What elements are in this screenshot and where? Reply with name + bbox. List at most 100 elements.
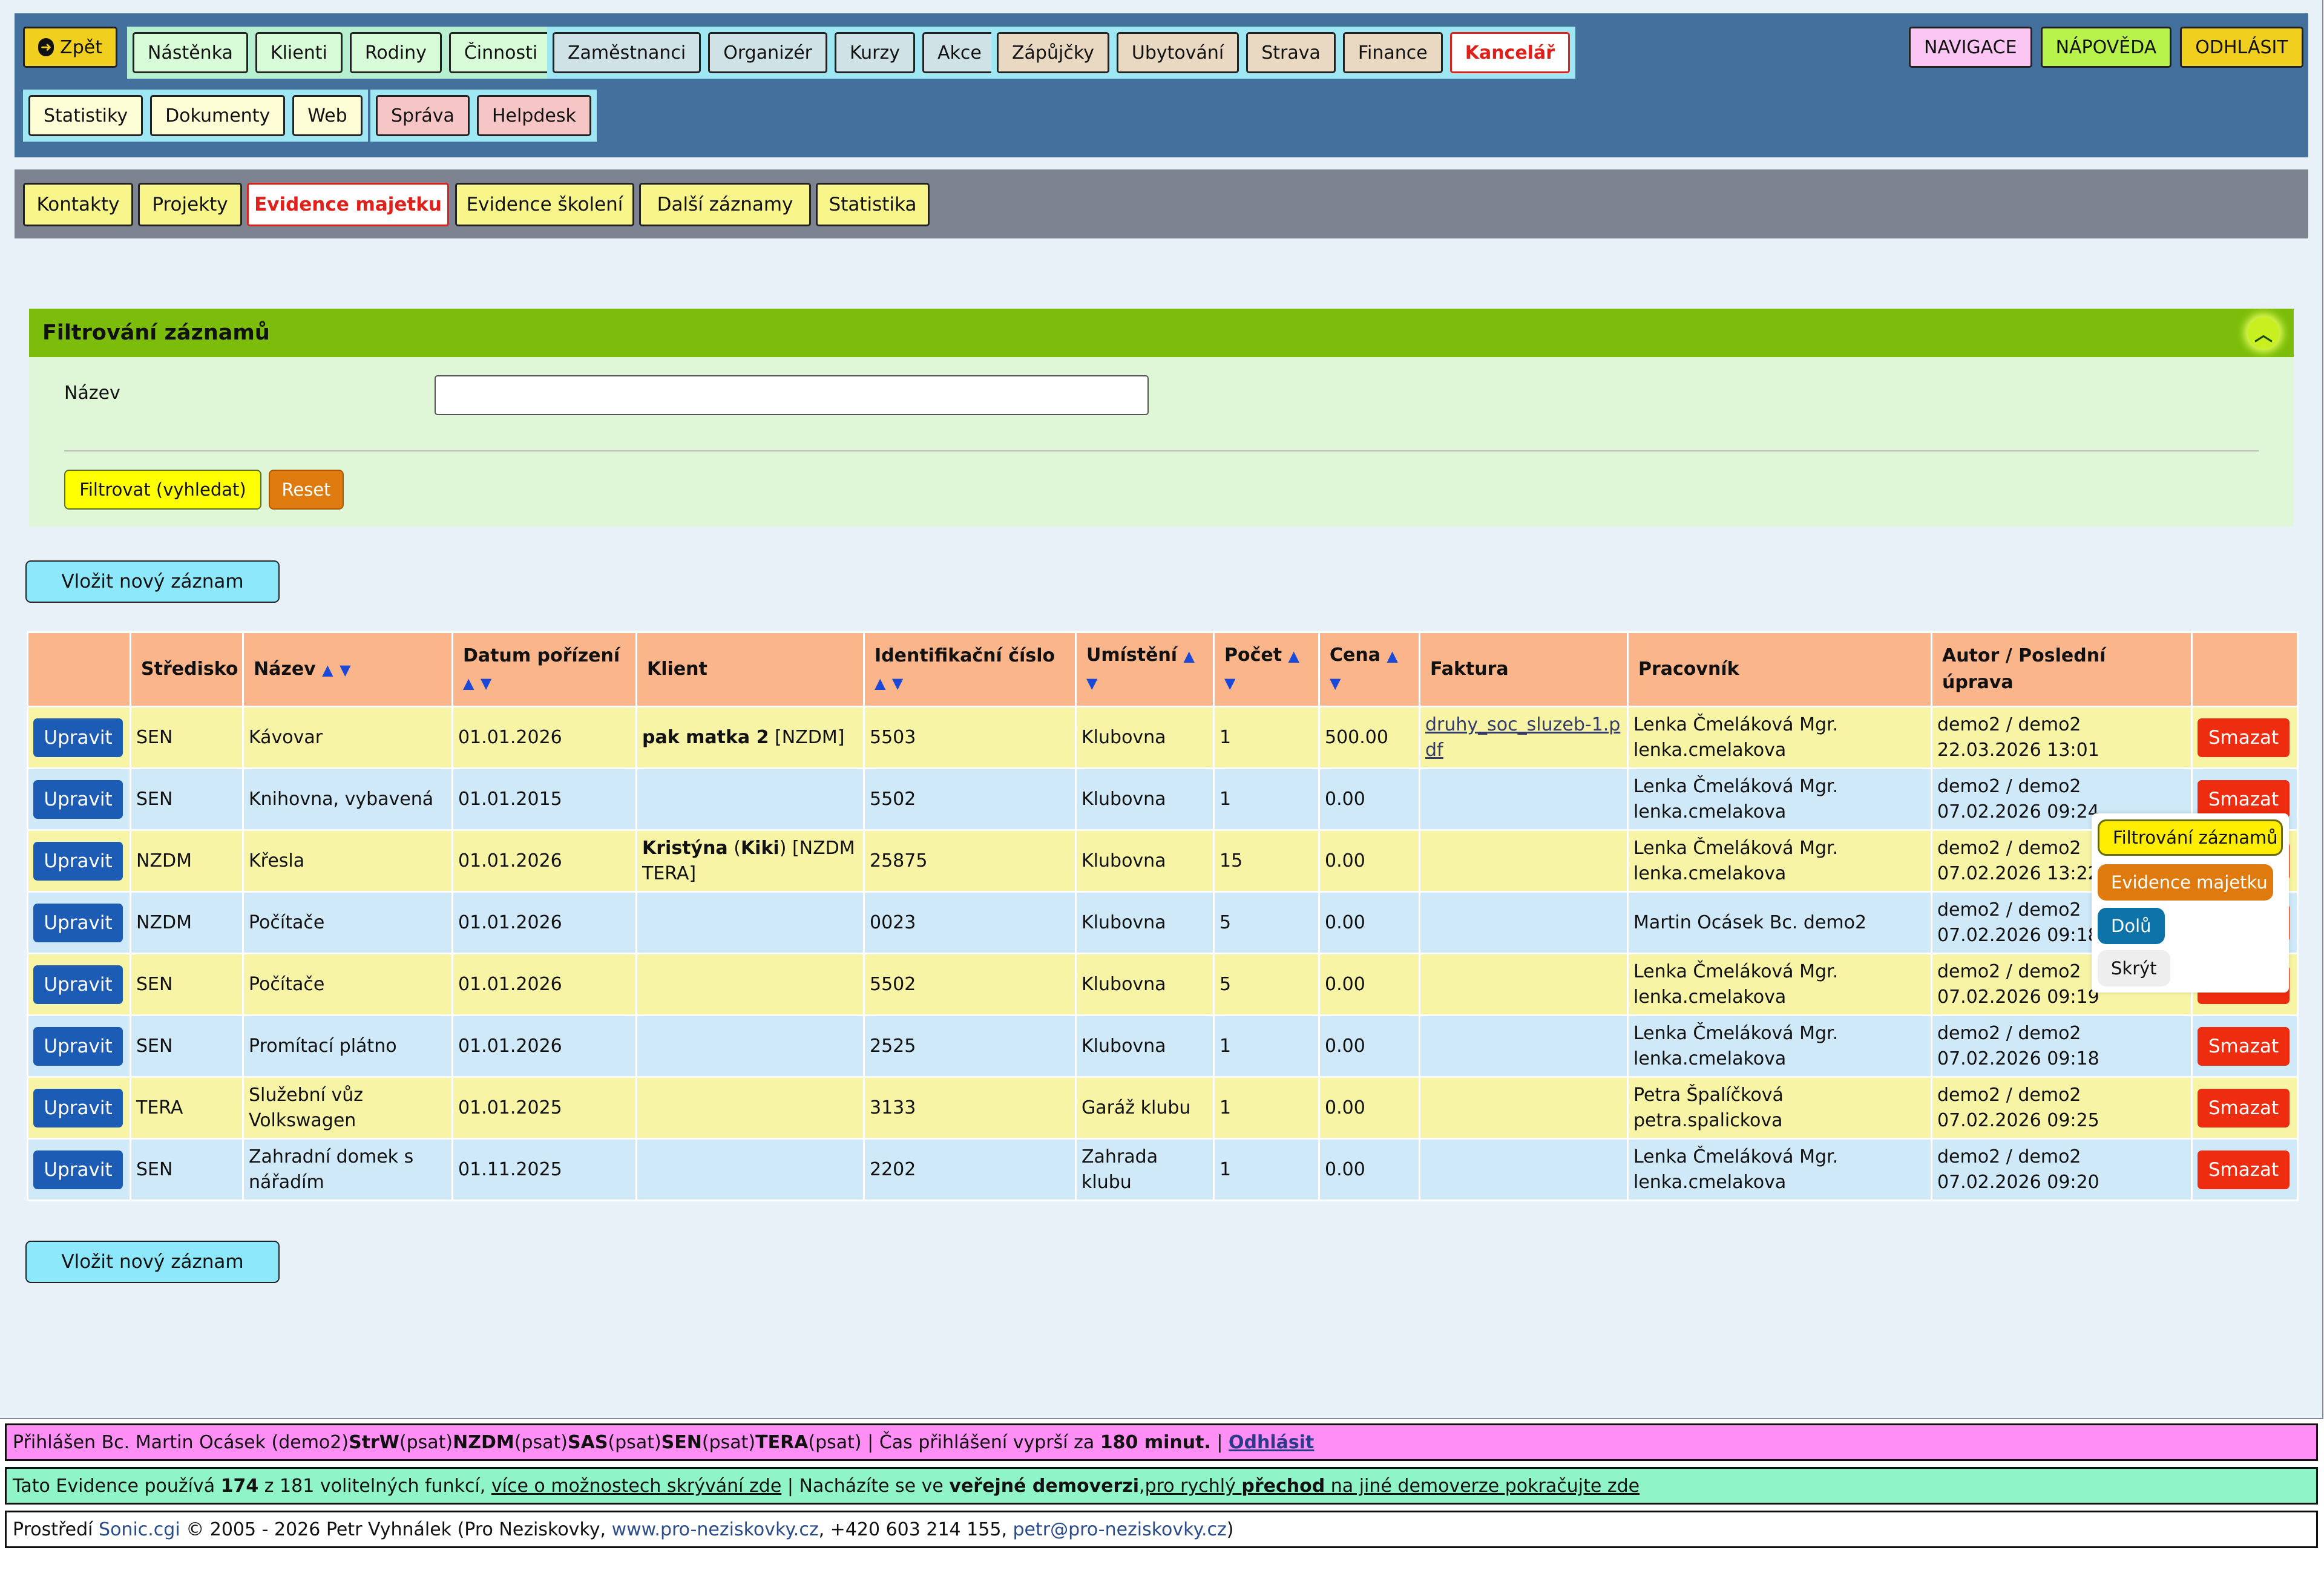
sort-desc-icon[interactable]: ▼ [340, 661, 350, 678]
header-nazev[interactable]: Název ▲ ▼ [242, 631, 453, 707]
delete-button[interactable]: Smazat [2198, 780, 2290, 819]
cell-klient: pak matka 2 [NZDM] [635, 706, 865, 769]
navigace-button[interactable]: NAVIGACE [1909, 27, 2032, 68]
tab-evidence-majetku-active[interactable]: Evidence majetku [247, 183, 449, 226]
filter-name-input[interactable] [435, 375, 1149, 415]
nav-rodiny[interactable]: Rodiny [349, 32, 442, 73]
nav-nastenka[interactable]: Nástěnka [133, 32, 248, 73]
demo-bold: veřejné demoverzi [949, 1475, 1140, 1497]
sort-asc-icon[interactable]: ▲ [322, 661, 333, 678]
delete-button[interactable]: Smazat [2198, 718, 2290, 757]
nav-cinnosti[interactable]: Činnosti [448, 32, 553, 73]
sort-asc-icon[interactable]: ▲ [1387, 648, 1397, 665]
header-umisteni[interactable]: Umístění ▲ ▼ [1075, 631, 1215, 707]
separator: | [861, 1431, 879, 1453]
header-id[interactable]: Identifikační číslo ▲ ▼ [863, 631, 1077, 707]
quick-hide-button[interactable]: Skrýt [2098, 950, 2170, 986]
insert-record-button-top[interactable]: Vložit nový záznam [25, 560, 280, 603]
edit-button[interactable]: Upravit [33, 841, 123, 881]
logout-link[interactable]: Odhlásit [1229, 1432, 1314, 1453]
footer-copyright: © 2005 - 2026 Petr Vyhnálek (Pro Nezisko… [180, 1518, 612, 1540]
cell-nazev: Křesla [242, 829, 453, 893]
filter-reset-button[interactable]: Reset [269, 470, 344, 510]
table-header-row: Středisko Název ▲ ▼ Datum pořízení ▲ ▼ Kl… [27, 631, 2299, 707]
edit-button[interactable]: Upravit [33, 1088, 123, 1127]
nav-organizer[interactable]: Organizér [708, 32, 827, 73]
sort-asc-icon[interactable]: ▲ [875, 675, 885, 692]
website-link[interactable]: www.pro-neziskovky.cz [612, 1519, 819, 1540]
header-stredisko[interactable]: Středisko [130, 631, 244, 707]
hiding-options-link[interactable]: více o možnostech skrývání zde [491, 1475, 781, 1497]
nav-zapujcky[interactable]: Zápůjčky [997, 32, 1109, 73]
tab-projekty[interactable]: Projekty [138, 183, 242, 226]
quick-filter-button[interactable]: Filtrování záznamů [2098, 819, 2283, 856]
cell-umisteni: Klubovna [1075, 767, 1215, 831]
sort-asc-icon[interactable]: ▲ [1184, 648, 1195, 665]
edit-button[interactable]: Upravit [33, 1026, 123, 1066]
sort-asc-icon[interactable]: ▲ [1288, 648, 1299, 665]
cell-pocet: 1 [1213, 767, 1320, 831]
nav-klienti[interactable]: Klienti [255, 32, 343, 73]
napoveda-button[interactable]: NÁPOVĚDA [2040, 27, 2172, 68]
table-row: Upravit SEN Počítače 01.01.2026 5502 Klubovna… [27, 953, 2299, 1016]
edit-button[interactable]: Upravit [33, 780, 123, 819]
nav-kurzy[interactable]: Kurzy [834, 32, 916, 73]
cell-nazev: Kávovar [242, 706, 453, 769]
invoice-file-link[interactable]: druhy_soc_sluzeb-1.pdf [1425, 714, 1620, 761]
nav-sprava[interactable]: Správa [376, 95, 470, 136]
edit-button[interactable]: Upravit [33, 965, 123, 1004]
back-button[interactable]: ➜ Zpět [23, 27, 117, 68]
cell-datum: 01.01.2026 [451, 829, 637, 893]
edit-button[interactable]: Upravit [33, 903, 123, 942]
header-pocet[interactable]: Počet ▲ ▼ [1213, 631, 1320, 707]
sort-desc-icon[interactable]: ▼ [1224, 675, 1235, 692]
nav-kancelar-active[interactable]: Kancelář [1449, 32, 1571, 73]
delete-button[interactable]: Smazat [2198, 1150, 2290, 1189]
filter-submit-button[interactable]: Filtrovat (vyhledat) [64, 470, 261, 510]
nav-strava[interactable]: Strava [1246, 32, 1336, 73]
demo-switch-link[interactable]: pro rychlý přechod na jiné demoverze pok… [1145, 1475, 1640, 1497]
delete-button[interactable]: Smazat [2198, 1026, 2290, 1066]
assets-table: Středisko Název ▲ ▼ Datum pořízení ▲ ▼ Kl… [27, 631, 2299, 1201]
cell-pocet: 5 [1213, 953, 1320, 1016]
cell-autor: demo2 / demo2 07.02.2026 09:25 [1931, 1076, 2193, 1140]
collapse-chevron-up-icon[interactable]: ︿ [2248, 317, 2279, 349]
header-datum[interactable]: Datum pořízení ▲ ▼ [451, 631, 637, 707]
cell-umisteni: Zahrada klubu [1075, 1138, 1215, 1201]
insert-record-button-bottom[interactable]: Vložit nový záznam [25, 1241, 280, 1283]
tab-kontakty[interactable]: Kontakty [23, 183, 133, 226]
sort-desc-icon[interactable]: ▼ [892, 675, 903, 692]
tab-dalsi-zaznamy[interactable]: Další záznamy [639, 183, 811, 226]
quick-evidence-button[interactable]: Evidence majetku [2098, 864, 2273, 901]
nav-statistiky[interactable]: Statistiky [28, 95, 143, 136]
nav-dokumenty[interactable]: Dokumenty [150, 95, 286, 136]
nav-zamestnanci[interactable]: Zaměstnanci [553, 32, 701, 73]
sort-desc-icon[interactable]: ▼ [481, 675, 491, 692]
nav-ubytovani[interactable]: Ubytování [1116, 32, 1239, 73]
cell-delete: Smazat [2191, 706, 2299, 769]
table-row: Upravit SEN Knihovna, vybavená 01.01.2015 55… [27, 767, 2299, 831]
delete-button[interactable]: Smazat [2198, 1088, 2290, 1127]
edit-button[interactable]: Upravit [33, 718, 123, 757]
cell-datum: 01.01.2026 [451, 1014, 637, 1078]
header-cena[interactable]: Cena ▲ ▼ [1318, 631, 1420, 707]
odhlasit-button[interactable]: ODHLÁSIT [2180, 27, 2303, 68]
email-link[interactable]: petr@pro-neziskovky.cz [1013, 1519, 1227, 1540]
tab-evidence-skoleni[interactable]: Evidence školení [455, 183, 634, 226]
cell-autor: demo2 / demo2 07.02.2026 09:18 [1931, 1014, 2193, 1078]
nav-web[interactable]: Web [292, 95, 363, 136]
quick-down-button[interactable]: Dolů [2098, 908, 2165, 944]
sort-asc-icon[interactable]: ▲ [463, 675, 474, 692]
cell-id: 2525 [863, 1014, 1077, 1078]
cell-edit: Upravit [27, 1138, 131, 1201]
tab-statistika[interactable]: Statistika [816, 183, 930, 226]
role-perm: (psat) [514, 1431, 568, 1453]
edit-button[interactable]: Upravit [33, 1150, 123, 1189]
cell-klient [635, 1138, 865, 1201]
nav-akce[interactable]: Akce [922, 32, 997, 73]
nav-helpdesk[interactable]: Helpdesk [476, 95, 591, 136]
nav-finance[interactable]: Finance [1342, 32, 1443, 73]
sonic-link[interactable]: Sonic.cgi [99, 1519, 180, 1540]
sort-desc-icon[interactable]: ▼ [1086, 675, 1097, 692]
sort-desc-icon[interactable]: ▼ [1330, 675, 1341, 692]
